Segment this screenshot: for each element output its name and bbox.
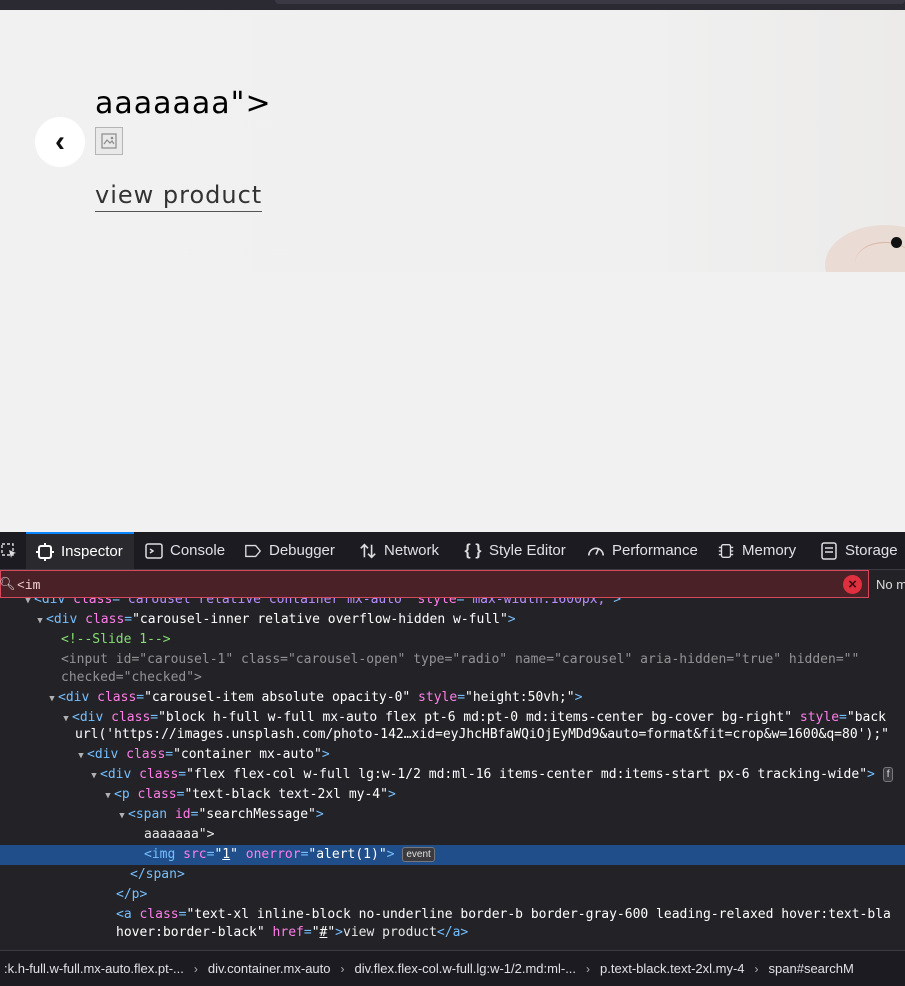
html-search-box: 🔍︎ × <box>0 570 869 598</box>
search-message: aaaaaaa"> <box>95 86 272 121</box>
tree-closing-tag: </p> <box>116 887 148 902</box>
devtools-tabbar: Inspector Console Debugger Network { } S… <box>0 532 905 570</box>
style-editor-icon: { } <box>464 541 482 559</box>
chevron-right-icon: › <box>340 961 345 976</box>
view-product-link[interactable]: view product <box>95 181 263 212</box>
tab-debugger[interactable]: Debugger <box>244 532 335 569</box>
chevron-right-icon: › <box>586 961 591 976</box>
element-picker-button[interactable] <box>0 532 22 569</box>
tree-node[interactable]: ▼ <div class="carousel-item absolute opac… <box>0 688 905 708</box>
inspector-icon <box>36 542 54 561</box>
tab-label: Debugger <box>269 542 335 559</box>
chevron-right-icon: › <box>754 961 759 976</box>
search-html-input[interactable] <box>15 574 839 596</box>
devtools-panel: Inspector Console Debugger Network { } S… <box>0 532 905 986</box>
breadcrumb: :k.h-full.w-full.mx-auto.flex.pt-... › d… <box>0 950 905 986</box>
tree-closing-tag: </span> <box>130 867 185 882</box>
breadcrumb-item[interactable]: span#searchM <box>763 961 860 976</box>
breadcrumb-item[interactable]: p.text-black.text-2xl.my-4 <box>594 961 751 976</box>
tab-label: Console <box>170 542 226 559</box>
breadcrumb-item[interactable]: :k.h-full.w-full.mx-auto.flex.pt-... <box>0 961 190 976</box>
carousel-slide <box>0 10 905 305</box>
breadcrumb-item[interactable]: div.flex.flex-col.w-full.lg:w-1/2.md:ml-… <box>349 961 583 976</box>
tab-label: Memory <box>742 542 797 559</box>
tree-node-selected[interactable]: <img src="1" onerror="alert(1)"> event <box>0 845 905 865</box>
web-page-viewport: ‹ aaaaaaa"> view product <box>0 10 905 532</box>
carousel-indicator-dot[interactable] <box>891 237 902 248</box>
search-result-status: No m <box>870 570 905 598</box>
toolbar-edge <box>275 0 905 4</box>
tab-label: Storage <box>845 542 898 559</box>
tab-storage[interactable]: Storage <box>820 532 898 569</box>
tree-node[interactable]: ▼ <p class="text-black text-2xl my-4"> <box>0 785 905 805</box>
console-icon <box>145 542 163 560</box>
broken-image-icon <box>95 127 123 155</box>
markup-tree[interactable]: ▼ <div class="carousel relative container… <box>0 598 905 950</box>
tab-style-editor[interactable]: { } Style Editor <box>464 532 566 569</box>
tab-console[interactable]: Console <box>145 532 225 569</box>
event-badge[interactable]: event <box>402 847 435 862</box>
debugger-icon <box>244 542 262 560</box>
breadcrumb-item[interactable]: div.container.mx-auto <box>202 961 337 976</box>
tree-text-node[interactable]: aaaaaaa"> <box>0 825 905 845</box>
tree-comment[interactable]: <!--Slide 1--> <box>0 630 905 650</box>
tree-node[interactable]: ▼ <span id="searchMessage"> <box>0 805 905 825</box>
tab-memory[interactable]: Memory <box>717 532 796 569</box>
tree-node-continued: hover:border-black" href="#">view produc… <box>116 925 469 940</box>
tree-node-continued: url('https://images.unsplash.com/photo-1… <box>75 727 889 742</box>
tree-node[interactable]: ▼ <div class="flex flex-col w-full lg:w-1… <box>0 765 905 785</box>
element-picker-icon <box>0 542 18 560</box>
tab-performance[interactable]: Performance <box>587 532 698 569</box>
page-blank-area <box>0 272 905 532</box>
tab-label: Style Editor <box>489 542 566 559</box>
performance-icon <box>587 542 605 560</box>
tree-node[interactable]: ▼ <div class="carousel-inner relative ove… <box>0 610 905 630</box>
tree-node[interactable]: <a class="text-xl inline-block no-underl… <box>0 905 905 925</box>
tree-node[interactable]: ▼ <div class="container mx-auto"> <box>0 745 905 765</box>
tab-label: Performance <box>612 542 698 559</box>
search-icon: 🔍︎ <box>0 576 16 591</box>
carousel-prev-button[interactable]: ‹ <box>35 117 85 167</box>
clear-search-icon[interactable]: × <box>843 575 862 594</box>
tab-inspector[interactable]: Inspector <box>26 532 134 569</box>
chevron-right-icon: › <box>193 961 198 976</box>
browser-top-strip <box>0 0 905 10</box>
tab-network[interactable]: Network <box>359 532 439 569</box>
tree-node[interactable]: ▼ <div class="carousel relative container… <box>0 598 905 610</box>
tree-node-continued: checked="checked"> <box>61 670 202 685</box>
storage-icon <box>820 541 838 560</box>
memory-icon <box>717 542 735 560</box>
tab-label: Inspector <box>61 543 123 560</box>
tree-node[interactable]: <input id="carousel-1" class="carousel-o… <box>0 650 905 670</box>
network-icon <box>359 542 377 560</box>
tab-label: Network <box>384 542 440 559</box>
